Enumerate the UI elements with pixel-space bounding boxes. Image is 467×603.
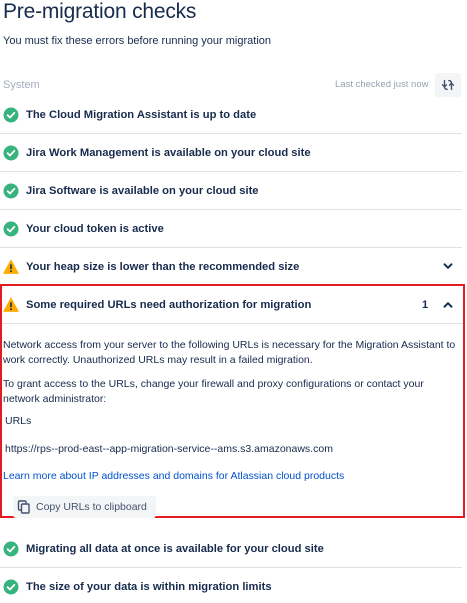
check-label: The size of your data is within migratio… <box>26 581 272 593</box>
url-value: https://rps--prod-east--app-migration-se… <box>5 443 333 455</box>
instructions-paragraph: To grant access to the URLs, change your… <box>3 378 424 405</box>
check-label: Your cloud token is active <box>26 222 164 235</box>
check-label: Jira Work Management is available on you… <box>26 146 311 159</box>
refresh-button[interactable] <box>435 73 461 97</box>
check-row: Jira Software is available on your cloud… <box>0 172 462 210</box>
check-row: The size of your data is within migratio… <box>0 568 462 603</box>
description-paragraph: Network access from your server to the f… <box>3 339 456 366</box>
refresh-icon <box>441 79 455 91</box>
success-check-icon <box>3 183 19 198</box>
expanded-check-label: Some required URLs need authorization fo… <box>26 298 312 311</box>
check-row-heap-size[interactable]: Your heap size is lower than the recomme… <box>0 248 462 286</box>
check-label: Jira Software is available on your cloud… <box>26 184 259 197</box>
copy-button-label: Copy URLs to clipboard <box>36 501 147 513</box>
expanded-check-panel: Some required URLs need authorization fo… <box>0 284 465 518</box>
success-check-icon <box>3 107 19 122</box>
page-title: Pre-migration checks <box>3 0 197 23</box>
success-check-icon <box>3 221 19 236</box>
learn-more-link[interactable]: Learn more about IP addresses and domain… <box>3 470 344 482</box>
expanded-check-header[interactable]: Some required URLs need authorization fo… <box>2 286 463 324</box>
success-check-icon <box>3 541 19 556</box>
check-row: Jira Work Management is available on you… <box>0 134 462 172</box>
warning-icon <box>3 259 19 274</box>
check-label: Your heap size is lower than the recomme… <box>26 260 300 273</box>
copy-urls-button[interactable]: Copy URLs to clipboard <box>13 496 156 518</box>
urls-heading: URLs <box>5 415 32 427</box>
page-subtitle: You must fix these errors before running… <box>3 35 272 47</box>
error-count: 1 <box>422 299 429 311</box>
chevron-up-icon[interactable] <box>442 299 454 311</box>
check-label: The Cloud Migration Assistant is up to d… <box>26 108 257 121</box>
check-row: The Cloud Migration Assistant is up to d… <box>0 96 462 134</box>
copy-icon <box>17 500 30 514</box>
check-label: Migrating all data at once is available … <box>26 542 324 555</box>
last-checked-text: Last checked just now <box>335 79 429 90</box>
warning-icon <box>3 297 19 312</box>
success-check-icon <box>3 145 19 160</box>
chevron-down-icon[interactable] <box>442 260 454 272</box>
check-row: Your cloud token is active <box>0 210 462 248</box>
section-label-system: System <box>3 79 40 91</box>
check-row: Migrating all data at once is available … <box>0 530 462 568</box>
success-check-icon <box>3 579 19 595</box>
